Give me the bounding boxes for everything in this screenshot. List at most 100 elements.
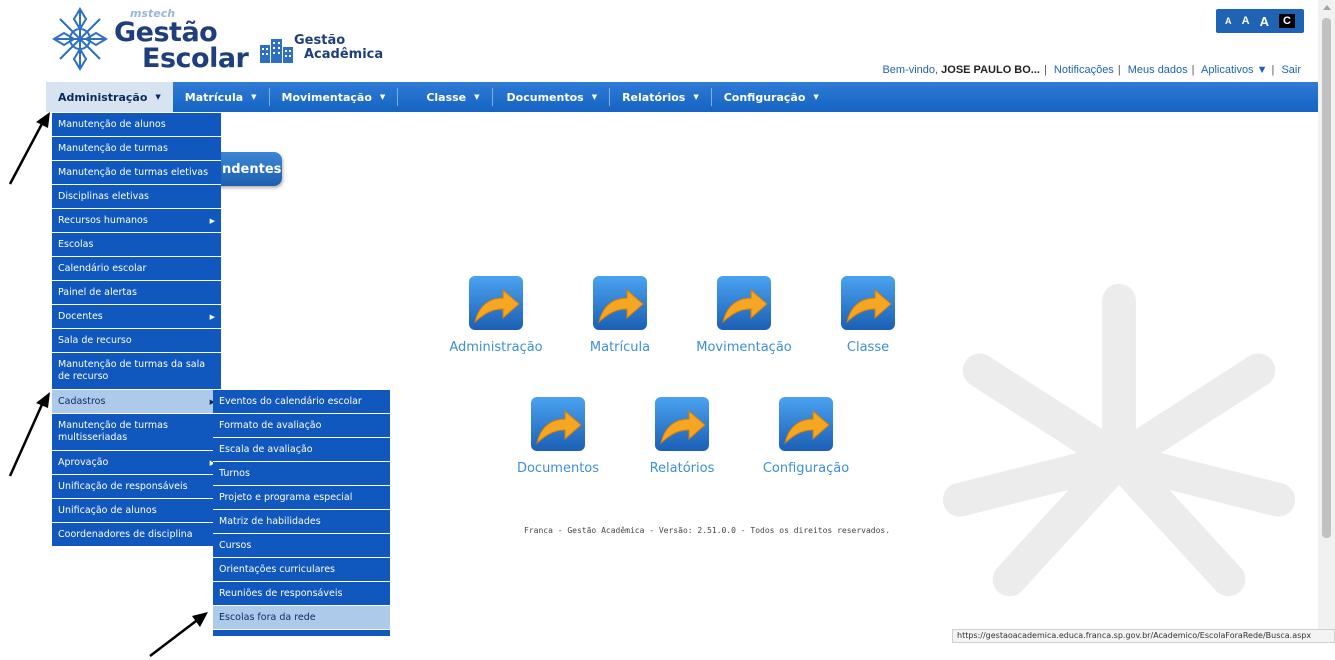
submenu-item-escala-avaliacao[interactable]: Escala de avaliação bbox=[213, 438, 390, 462]
menu-item-label: Manutenção de turmas bbox=[58, 142, 168, 154]
caret-down-icon: ▼ bbox=[591, 93, 598, 101]
shortcut-configuracao[interactable]: Configuração bbox=[736, 397, 876, 476]
menu-administracao[interactable]: Administração ▼ bbox=[46, 82, 173, 112]
logout-link[interactable]: Sair bbox=[1281, 64, 1301, 76]
menu-documentos[interactable]: Documentos ▼ bbox=[493, 82, 610, 112]
submenu-item-eventos-calendario[interactable]: Eventos do calendário escolar bbox=[213, 390, 390, 414]
menu-item-sala-recurso[interactable]: Sala de recurso bbox=[52, 329, 221, 353]
submenu-item-orientacoes-curriculares[interactable]: Orientações curriculares bbox=[213, 558, 390, 582]
menu-item-unificacao-alunos[interactable]: Unificação de alunos bbox=[52, 499, 221, 523]
shortcut-movimentacao[interactable]: Movimentação bbox=[674, 276, 814, 355]
font-small-button[interactable]: A bbox=[1225, 16, 1232, 26]
menu-label: Matrícula bbox=[184, 90, 244, 104]
shortcut-label: Matrícula bbox=[589, 340, 651, 355]
welcome-text: Bem-vindo, bbox=[882, 64, 939, 76]
submenu-arrow-icon: ▶ bbox=[209, 312, 215, 321]
menu-item-disciplinas-eletivas[interactable]: Disciplinas eletivas bbox=[52, 185, 221, 209]
contrast-button[interactable]: C bbox=[1279, 14, 1295, 28]
menu-item-label: Manutenção de turmas eletivas bbox=[58, 166, 209, 178]
menu-item-label: Sala de recurso bbox=[58, 334, 132, 346]
menu-item-docentes[interactable]: Docentes ▶ bbox=[52, 305, 221, 329]
shortcut-label: Movimentação bbox=[696, 340, 792, 355]
arrow-shortcut-icon bbox=[593, 276, 647, 330]
user-bar: Bem-vindo, JOSE PAULO BO... | Notificaçõe… bbox=[882, 64, 1301, 76]
submenu-item-cursos[interactable]: Cursos bbox=[213, 534, 390, 558]
menu-item-coordenadores-disciplina[interactable]: Coordenadores de disciplina bbox=[52, 523, 221, 547]
menu-item-manutencao-turmas[interactable]: Manutenção de turmas bbox=[52, 137, 221, 161]
menu-item-label: Docentes bbox=[58, 310, 103, 322]
shortcut-classe[interactable]: Classe bbox=[798, 276, 938, 355]
arrow-shortcut-icon bbox=[531, 397, 585, 451]
menu-label: Configuração bbox=[723, 90, 806, 104]
logo-area[interactable]: mstech Gestão Escolar Gestão Acadêmica bbox=[50, 5, 390, 75]
submenu-item-turnos[interactable]: Turnos bbox=[213, 462, 390, 486]
menu-item-label: Escolas bbox=[58, 238, 94, 250]
menu-label: Classe bbox=[426, 90, 467, 104]
scroll-thumb[interactable] bbox=[1322, 18, 1331, 538]
caret-down-icon: ▼ bbox=[474, 93, 480, 101]
admin-dropdown-menu: Manutenção de alunos Manutenção de turma… bbox=[52, 113, 221, 547]
caret-down-icon: ▼ bbox=[813, 93, 819, 101]
menu-classe[interactable]: Classe ▼ bbox=[398, 82, 491, 112]
menu-item-label: Orientações curriculares bbox=[219, 563, 336, 575]
menu-item-label: Escala de avaliação bbox=[219, 443, 313, 455]
font-medium-button[interactable]: A bbox=[1242, 15, 1250, 27]
shortcut-administracao[interactable]: Administração bbox=[426, 276, 566, 355]
menu-item-recursos-humanos[interactable]: Recursos humanos ▶ bbox=[52, 209, 221, 233]
notifications-link[interactable]: Notificações bbox=[1054, 64, 1114, 76]
menu-item-manutencao-alunos[interactable]: Manutenção de alunos bbox=[52, 113, 221, 137]
menu-item-label: Coordenadores de disciplina bbox=[58, 528, 193, 540]
shortcut-label: Classe bbox=[846, 340, 890, 355]
caret-down-icon: ▼ bbox=[693, 93, 699, 101]
buildings-icon bbox=[260, 39, 293, 63]
menu-item-label: Escolas fora da rede bbox=[219, 611, 316, 623]
caret-down-icon: ▼ bbox=[155, 93, 161, 101]
menu-label: Movimentação bbox=[281, 90, 372, 104]
menu-item-label: Reuniões de responsáveis bbox=[219, 587, 343, 599]
menu-item-label: Manutenção de alunos bbox=[58, 118, 166, 130]
menu-item-calendario-escolar[interactable]: Calendário escolar bbox=[52, 257, 221, 281]
shortcut-relatorios[interactable]: Relatórios bbox=[612, 397, 752, 476]
menu-item-aprovacao[interactable]: Aprovação▶ bbox=[52, 451, 221, 475]
shortcut-documentos[interactable]: Documentos bbox=[488, 397, 628, 476]
shortcut-label: Configuração bbox=[762, 461, 850, 476]
menu-configuracao[interactable]: Configuração ▼ bbox=[712, 82, 831, 112]
status-bar-url: https://gestaoacademica.educa.franca.sp.… bbox=[952, 629, 1335, 643]
main-menubar: Administração ▼ Matrícula ▼ Movimentação ▼ … bbox=[46, 82, 1318, 112]
submenu-item-escolas-fora-rede[interactable]: Escolas fora da rede bbox=[213, 606, 390, 630]
submenu-item-matriz-habilidades[interactable]: Matriz de habilidades bbox=[213, 510, 390, 534]
shortcut-matricula[interactable]: Matrícula bbox=[550, 276, 690, 355]
menu-movimentacao[interactable]: Movimentação ▼ bbox=[270, 82, 398, 112]
menu-item-label: Projeto e programa especial bbox=[219, 491, 353, 503]
submenu-arrow-icon: ▶ bbox=[209, 216, 215, 225]
arrow-shortcut-icon bbox=[779, 397, 833, 451]
menu-matricula[interactable]: Matrícula ▼ bbox=[173, 82, 269, 112]
menu-item-label: Matriz de habilidades bbox=[219, 515, 321, 527]
arrow-shortcut-icon bbox=[655, 397, 709, 451]
menu-item-label: Cadastros bbox=[58, 395, 106, 407]
annotation-arrow-icon bbox=[149, 612, 208, 657]
menu-item-cadastros[interactable]: Cadastros▶ bbox=[52, 390, 221, 414]
menu-item-turmas-eletivas[interactable]: Manutenção de turmas eletivas bbox=[52, 161, 221, 185]
footer-text: Franca - Gestão Acadêmica - Versão: 2.51… bbox=[524, 526, 891, 535]
apps-link[interactable]: Aplicativos ▼ bbox=[1201, 64, 1268, 76]
menu-item-painel-alertas[interactable]: Painel de alertas bbox=[52, 281, 221, 305]
menu-item-turmas-multisseriadas[interactable]: Manutenção de turmas multisseriadas bbox=[52, 414, 221, 451]
scroll-up-icon[interactable] bbox=[1323, 5, 1331, 10]
submenu-item-formato-avaliacao[interactable]: Formato de avaliação bbox=[213, 414, 390, 438]
arrow-shortcut-icon bbox=[469, 276, 523, 330]
submenu-item-reunioes-responsaveis[interactable]: Reuniões de responsáveis bbox=[213, 582, 390, 606]
menu-item-label: Turnos bbox=[219, 467, 250, 479]
vertical-scrollbar[interactable] bbox=[1318, 0, 1335, 636]
submenu-item-projeto-programa[interactable]: Projeto e programa especial bbox=[213, 486, 390, 510]
my-data-link[interactable]: Meus dados bbox=[1128, 64, 1188, 76]
menu-item-turmas-sala-recurso[interactable]: Manutenção de turmas da sala de recurso bbox=[52, 353, 221, 390]
menu-item-escolas[interactable]: Escolas bbox=[52, 233, 221, 257]
menu-label: Relatórios bbox=[622, 90, 686, 104]
menu-label: Documentos bbox=[506, 90, 584, 104]
menu-item-label: Painel de alertas bbox=[58, 286, 137, 298]
menu-relatorios[interactable]: Relatórios ▼ bbox=[610, 82, 711, 112]
font-large-button[interactable]: A bbox=[1260, 14, 1269, 29]
user-name: JOSE PAULO BO... bbox=[941, 64, 1040, 76]
menu-item-unificacao-responsaveis[interactable]: Unificação de responsáveis bbox=[52, 475, 221, 499]
